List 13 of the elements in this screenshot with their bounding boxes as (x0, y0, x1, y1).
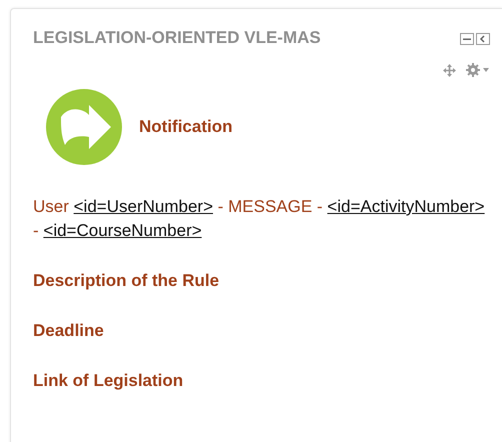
block-title: LEGISLATION-ORIENTED VLE-MAS (33, 27, 321, 49)
id-link[interactable]: <id=CourseNumber> (43, 221, 202, 240)
gear-icon[interactable] (466, 63, 490, 77)
id-link[interactable]: <id=ActivityNumber> (327, 197, 485, 216)
notification-title: Notification (139, 117, 232, 137)
section-heading: Link of Legislation (33, 371, 184, 391)
message-text: User <id=UserNumber> - MESSAGE - <id=ActivityNumber> - <id=CourseNumber> (33, 196, 486, 242)
move-icon[interactable] (443, 64, 456, 76)
id-link[interactable]: <id=UserNumber> (74, 197, 213, 216)
minimize-icon[interactable] (460, 33, 474, 45)
section-heading: Deadline (33, 321, 105, 341)
dock-icon[interactable] (476, 33, 490, 45)
section-heading: Description of the Rule (33, 271, 220, 291)
